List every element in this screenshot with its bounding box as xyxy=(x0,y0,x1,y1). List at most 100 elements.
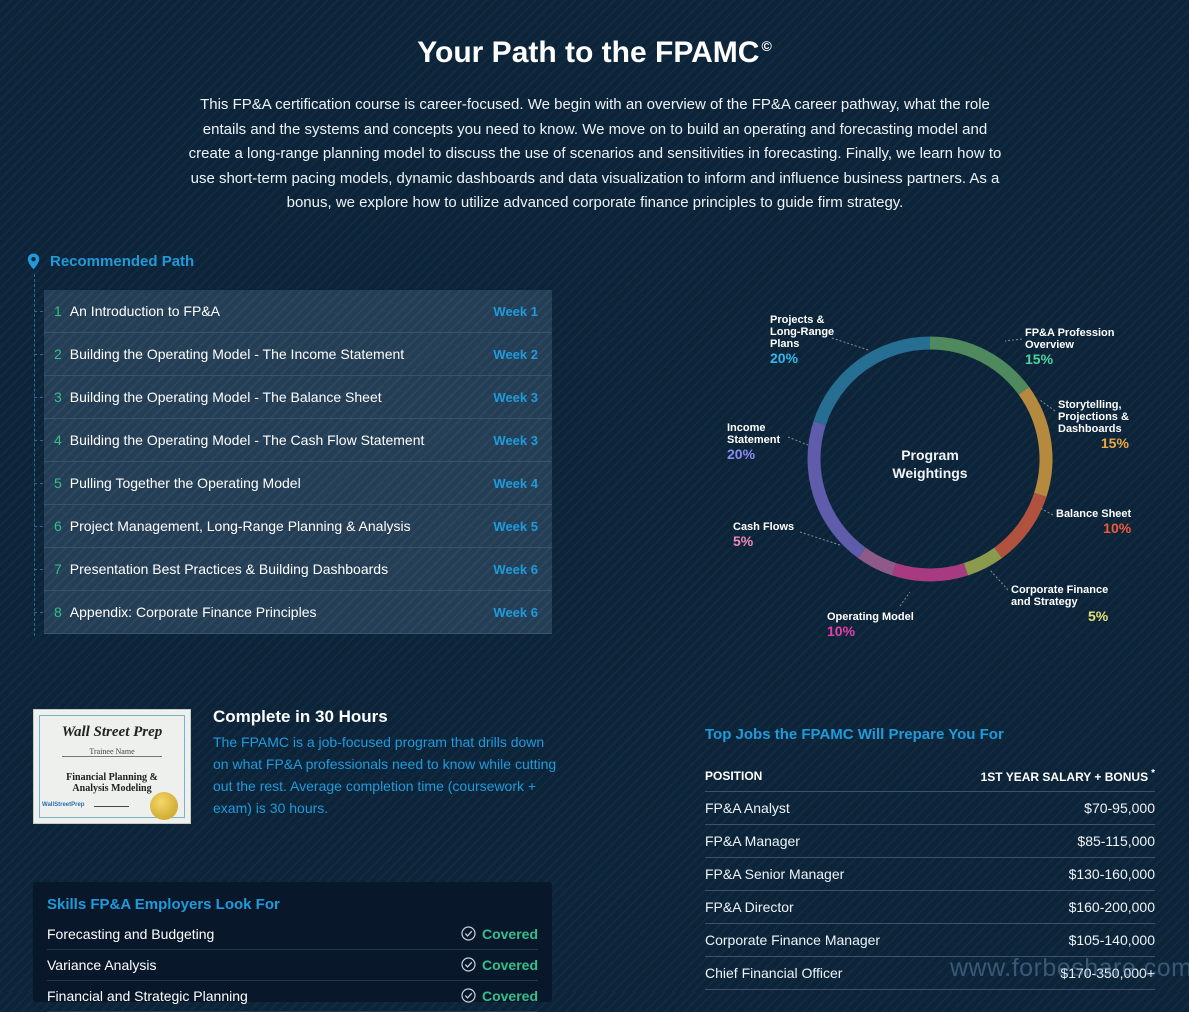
position-column-header: POSITION xyxy=(705,768,763,783)
donut-leader-line xyxy=(989,569,1009,591)
donut-label-text: Long-Range xyxy=(770,326,835,338)
certificate-seal xyxy=(150,792,178,820)
donut-label-text: Projects & xyxy=(770,314,825,326)
skill-status-label: Covered xyxy=(481,925,538,942)
donut-label-text: Projections & xyxy=(1058,411,1129,423)
complete-hours-title: Complete in 30 Hours xyxy=(213,707,388,726)
course-week: Week 3 xyxy=(493,432,538,448)
donut-label-pct: 5% xyxy=(1087,608,1109,624)
course-row[interactable]: 7 Presentation Best Practices & Building … xyxy=(34,548,552,591)
course-title: Building the Operating Model - The Cash … xyxy=(69,432,425,448)
course-number: 5 xyxy=(54,475,62,491)
course-week: Week 1 xyxy=(493,303,538,319)
job-row: FP&A Director $160-200,000 xyxy=(705,891,1155,924)
donut-center-line2: Weightings xyxy=(892,465,968,481)
donut-label-pct: 10% xyxy=(1103,520,1132,536)
donut-segment xyxy=(813,336,931,426)
job-position: FP&A Analyst xyxy=(705,800,790,816)
course-row[interactable]: 8 Appendix: Corporate Finance Principles W… xyxy=(34,591,552,634)
donut-label-text: Statement xyxy=(727,434,781,446)
course-number: 2 xyxy=(54,346,62,362)
course-row[interactable]: 5 Pulling Together the Operating Model Wee… xyxy=(34,462,552,505)
donut-label-text: Corporate Finance xyxy=(1011,584,1109,596)
course-list: 1 An Introduction to FP&A Week 1 2 Building … xyxy=(34,290,552,634)
course-number: 3 xyxy=(54,389,62,405)
skills-title: Skills FP&A Employers Look For xyxy=(47,896,280,913)
check-circle-icon xyxy=(461,957,476,972)
donut-segment xyxy=(892,563,968,582)
certificate-course-line1: Financial Planning & xyxy=(66,772,158,783)
course-number: 1 xyxy=(54,303,62,319)
certificate-divider xyxy=(62,756,162,757)
donut-label-text: Dashboards xyxy=(1058,423,1122,435)
job-salary: $160-200,000 xyxy=(1068,899,1155,915)
donut-leader-line xyxy=(831,337,869,351)
recommended-path-header: Recommended Path xyxy=(27,253,194,270)
certificate-brand: Wall Street Prep xyxy=(61,724,163,740)
course-number: 6 xyxy=(54,518,62,534)
course-number: 8 xyxy=(54,604,62,620)
donut-label-pct: 20% xyxy=(727,446,756,462)
page-title: Your Path to the FPAMC © xyxy=(417,36,772,69)
donut-label-text: Storytelling, xyxy=(1058,399,1122,411)
course-week: Week 6 xyxy=(493,561,538,577)
jobs-title: Top Jobs the FPAMC Will Prepare You For xyxy=(705,726,1004,743)
salary-column-header: 1ST YEAR SALARY + BONUS * xyxy=(981,768,1155,784)
donut-label-text: Cash Flows xyxy=(733,521,795,533)
skill-name: Forecasting and Budgeting xyxy=(47,925,215,942)
course-title: Pulling Together the Operating Model xyxy=(69,475,301,491)
course-title: Project Management, Long-Range Planning … xyxy=(69,518,411,534)
skill-status: Covered xyxy=(461,926,538,942)
course-row[interactable]: 3 Building the Operating Model - The Bala… xyxy=(34,376,552,419)
donut-leader-line xyxy=(1039,399,1056,412)
course-title: An Introduction to FP&A xyxy=(69,303,220,319)
skill-status-label: Covered xyxy=(481,956,538,973)
donut-label-pct: 5% xyxy=(733,533,754,549)
course-number: 7 xyxy=(54,561,62,577)
donut-label: Projects & Long-Range Plans 20% xyxy=(770,314,835,366)
course-week: Week 3 xyxy=(493,389,538,405)
jobs-table-header: POSITION 1ST YEAR SALARY + BONUS * xyxy=(705,760,1155,792)
certificate-trainee: Trainee Name xyxy=(89,747,135,756)
check-circle-icon xyxy=(461,926,476,941)
donut-label: Corporate Finance and Strategy 5% xyxy=(1011,584,1109,624)
job-position: FP&A Senior Manager xyxy=(705,866,845,882)
skill-status-label: Covered xyxy=(481,987,538,1004)
skill-status: Covered xyxy=(461,957,538,973)
map-pin-icon xyxy=(27,253,40,270)
course-title: Building the Operating Model - The Incom… xyxy=(69,346,405,362)
job-salary: $105-140,000 xyxy=(1068,932,1155,948)
donut-label-text: Income xyxy=(727,422,766,434)
course-row[interactable]: 4 Building the Operating Model - The Cash… xyxy=(34,419,552,462)
donut-leader-line xyxy=(899,591,911,607)
donut-segment xyxy=(857,547,897,576)
skill-row: Variance Analysis Covered xyxy=(47,949,538,981)
donut-segment xyxy=(929,336,1030,395)
salary-column-label: 1ST YEAR SALARY + BONUS xyxy=(980,769,1149,784)
skill-row: Financial and Strategic Planning Covered xyxy=(47,980,538,1012)
donut-label-pct: 20% xyxy=(770,350,799,366)
donut-label-text: Operating Model xyxy=(827,611,914,623)
job-position: Corporate Finance Manager xyxy=(705,932,881,948)
donut-label: Balance Sheet 10% xyxy=(1056,508,1132,536)
course-row[interactable]: 6 Project Management, Long-Range Planning… xyxy=(34,505,552,548)
skills-panel: Skills FP&A Employers Look For Forecasti… xyxy=(33,882,552,1012)
donut-segment xyxy=(1018,386,1053,497)
donut-label-pct: 15% xyxy=(1025,351,1054,367)
complete-hours-description: The FPAMC is a job-focused program that … xyxy=(213,734,557,816)
course-week: Week 6 xyxy=(493,604,538,620)
certificate-footer-brand: WallStreetPrep xyxy=(42,802,85,808)
salary-footnote-mark: * xyxy=(1151,767,1155,779)
course-row[interactable]: 1 An Introduction to FP&A Week 1 xyxy=(34,290,552,333)
certificate-signature-line xyxy=(94,806,129,807)
skill-name: Financial and Strategic Planning xyxy=(47,987,248,1004)
job-position: FP&A Director xyxy=(705,899,794,915)
course-row[interactable]: 2 Building the Operating Model - The Inco… xyxy=(34,333,552,376)
certificate-image: Wall Street Prep Trainee Name Financial … xyxy=(33,709,191,824)
job-row: FP&A Manager $85-115,000 xyxy=(705,825,1155,858)
job-position: FP&A Manager xyxy=(705,833,800,849)
course-week: Week 2 xyxy=(493,346,538,362)
donut-label-pct: 15% xyxy=(1100,435,1129,451)
job-row: Corporate Finance Manager $105-140,000 xyxy=(705,924,1155,957)
donut-label-text: Balance Sheet xyxy=(1056,508,1132,520)
